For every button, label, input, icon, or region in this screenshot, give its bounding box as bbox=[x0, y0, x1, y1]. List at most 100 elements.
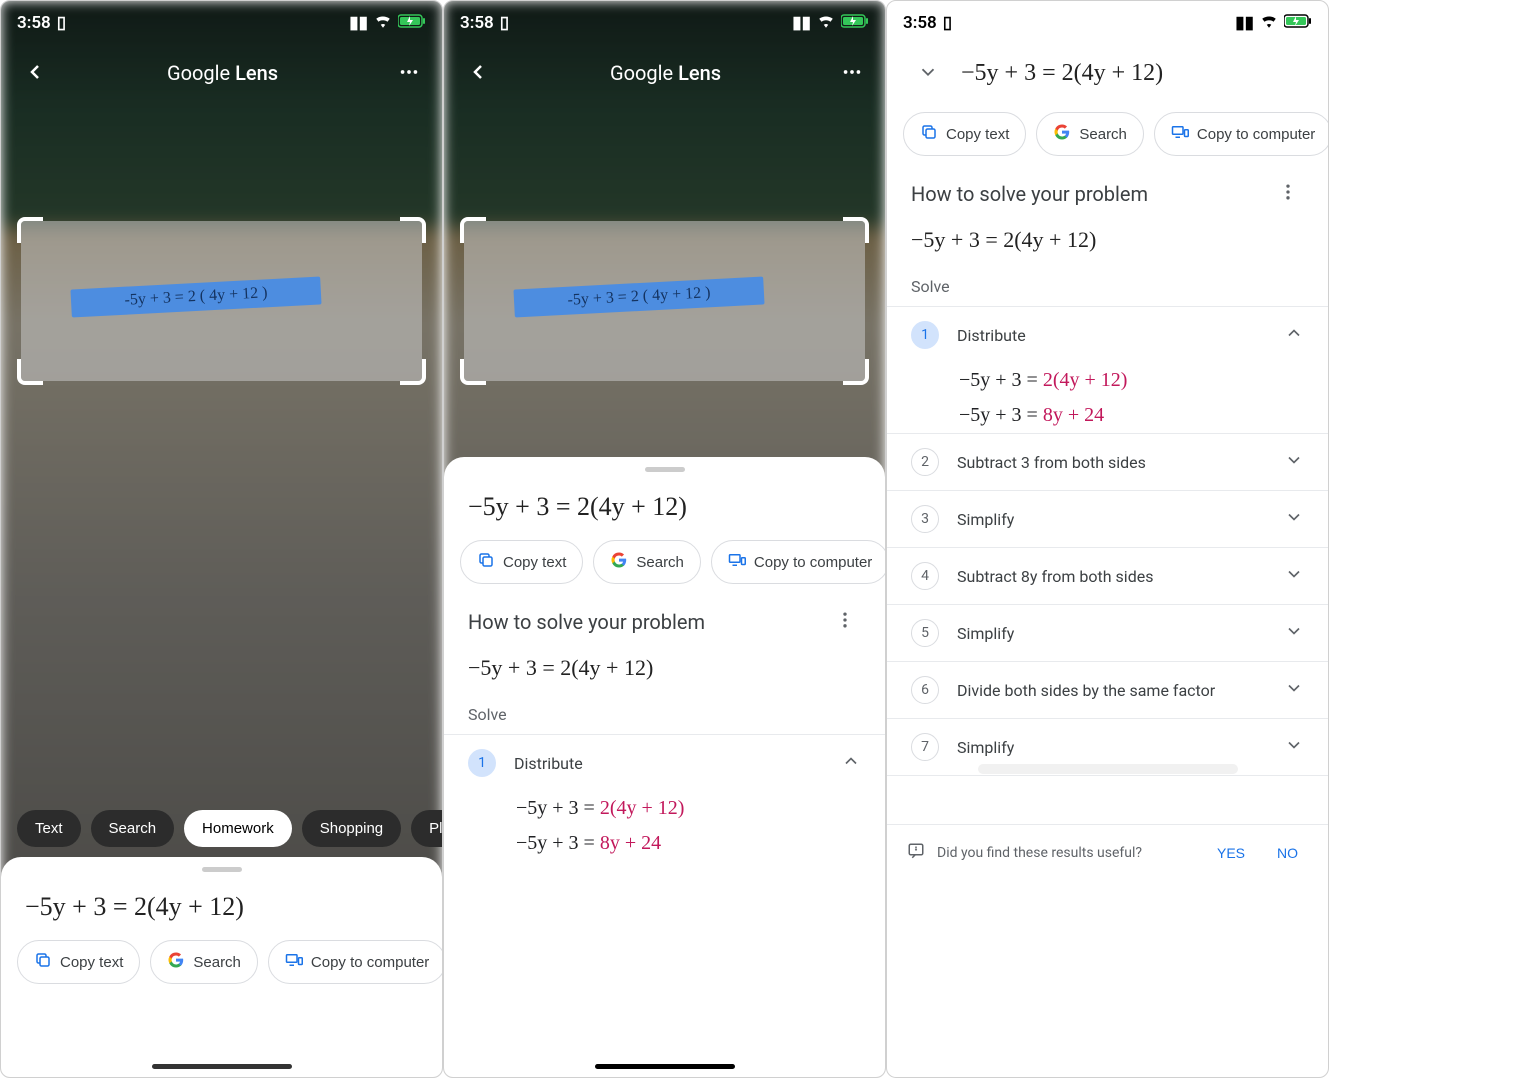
step-line: −5y + 3 = 2(4y + 12) bbox=[887, 363, 1328, 398]
category-search[interactable]: Search bbox=[91, 810, 175, 847]
wifi-icon bbox=[1260, 13, 1278, 33]
crop-corner-bl[interactable] bbox=[17, 359, 43, 385]
chevron-down-icon bbox=[1284, 507, 1304, 531]
more-button[interactable] bbox=[392, 55, 426, 92]
feedback-no-button[interactable]: NO bbox=[1267, 839, 1308, 867]
detected-equation: −5y + 3 = 2(4y + 12) bbox=[444, 484, 885, 530]
wifi-icon bbox=[374, 13, 392, 33]
copy-to-computer-button[interactable]: Copy to computer bbox=[711, 540, 885, 584]
step-line: −5y + 3 = 2(4y + 12) bbox=[444, 791, 885, 826]
step-2[interactable]: 2 Subtract 3 from both sides bbox=[887, 433, 1328, 490]
step-title: Simplify bbox=[957, 510, 1266, 529]
back-button[interactable] bbox=[17, 54, 53, 93]
step-title: Simplify bbox=[957, 738, 1266, 757]
step-badge: 4 bbox=[911, 562, 939, 590]
step-title: Subtract 3 from both sides bbox=[957, 453, 1266, 472]
solve-label: Solve bbox=[444, 687, 885, 734]
step-title: Distribute bbox=[957, 326, 1266, 345]
crop-corner-br[interactable] bbox=[843, 359, 869, 385]
detected-equation: −5y + 3 = 2(4y + 12) bbox=[961, 60, 1163, 87]
category-row: Text Search Homework Shopping Places bbox=[1, 810, 442, 847]
more-button[interactable] bbox=[835, 55, 869, 92]
category-places[interactable]: Places bbox=[411, 810, 442, 847]
category-text[interactable]: Text bbox=[17, 810, 81, 847]
copy-text-button[interactable]: Copy text bbox=[17, 940, 140, 984]
loading-placeholder bbox=[978, 764, 1238, 774]
category-shopping[interactable]: Shopping bbox=[302, 810, 401, 847]
copy-text-button[interactable]: Copy text bbox=[460, 540, 583, 584]
step-5[interactable]: 5 Simplify bbox=[887, 604, 1328, 661]
copy-icon bbox=[920, 123, 938, 145]
crop-corner-tl[interactable] bbox=[460, 217, 486, 243]
battery-icon bbox=[398, 13, 426, 33]
crop-corner-bl[interactable] bbox=[460, 359, 486, 385]
back-button[interactable] bbox=[460, 54, 496, 93]
signal-icon: ▮▮ bbox=[1235, 13, 1254, 33]
crop-frame[interactable]: -5y + 3 = 2 ( 4y + 12 ) bbox=[21, 221, 422, 381]
copy-icon bbox=[477, 551, 495, 573]
detected-equation: −5y + 3 = 2(4y + 12) bbox=[1, 884, 442, 930]
solve-label: Solve bbox=[887, 259, 1328, 306]
drag-handle[interactable] bbox=[645, 467, 685, 472]
step-title: Subtract 8y from both sides bbox=[957, 567, 1266, 586]
status-time: 3:58 bbox=[460, 13, 494, 33]
bottom-sheet[interactable]: −5y + 3 = 2(4y + 12) Copy text Search bbox=[1, 857, 442, 1077]
step-badge: 3 bbox=[911, 505, 939, 533]
copy-to-computer-button[interactable]: Copy to computer bbox=[268, 940, 442, 984]
more-vert-button[interactable] bbox=[1272, 176, 1304, 211]
devices-icon bbox=[1171, 123, 1189, 145]
step-badge: 6 bbox=[911, 676, 939, 704]
battery-icon bbox=[841, 13, 869, 33]
devices-icon bbox=[728, 551, 746, 573]
copy-to-computer-button[interactable]: Copy to computer bbox=[1154, 112, 1328, 156]
feedback-icon bbox=[907, 842, 925, 864]
step-3[interactable]: 3 Simplify bbox=[887, 490, 1328, 547]
step-1[interactable]: 1 Distribute bbox=[444, 734, 885, 791]
feedback-prompt: Did you find these results useful? bbox=[937, 845, 1142, 861]
chevron-down-icon bbox=[1284, 564, 1304, 588]
search-button[interactable]: Search bbox=[150, 940, 258, 984]
search-button[interactable]: Search bbox=[1036, 112, 1144, 156]
collapse-button[interactable] bbox=[911, 55, 945, 92]
more-vert-button[interactable] bbox=[829, 604, 861, 639]
crop-corner-tr[interactable] bbox=[843, 217, 869, 243]
handwritten-equation: -5y + 3 = 2 ( 4y + 12 ) bbox=[70, 276, 321, 317]
step-line: −5y + 3 = 8y + 24 bbox=[444, 826, 885, 861]
step-badge: 1 bbox=[911, 321, 939, 349]
step-6[interactable]: 6 Divide both sides by the same factor bbox=[887, 661, 1328, 718]
app-title: Google Lens bbox=[610, 61, 721, 85]
status-bar: 3:58 ▯ ▮▮ bbox=[444, 1, 885, 45]
signal-icon: ▮▮ bbox=[349, 13, 368, 33]
step-title: Divide both sides by the same factor bbox=[957, 681, 1266, 700]
search-button[interactable]: Search bbox=[593, 540, 701, 584]
wifi-icon bbox=[817, 13, 835, 33]
step-1[interactable]: 1 Distribute bbox=[887, 306, 1328, 363]
home-indicator[interactable] bbox=[152, 1064, 292, 1069]
devices-icon bbox=[285, 951, 303, 973]
solve-title: How to solve your problem bbox=[468, 610, 705, 634]
drag-handle[interactable] bbox=[202, 867, 242, 872]
crop-frame[interactable]: -5y + 3 = 2 ( 4y + 12 ) bbox=[464, 221, 865, 381]
step-title: Simplify bbox=[957, 624, 1266, 643]
step-title: Distribute bbox=[514, 754, 823, 773]
crop-corner-tl[interactable] bbox=[17, 217, 43, 243]
status-time: 3:58 bbox=[17, 13, 51, 33]
step-line: −5y + 3 = 8y + 24 bbox=[887, 398, 1328, 433]
crop-corner-tr[interactable] bbox=[400, 217, 426, 243]
feedback-yes-button[interactable]: YES bbox=[1207, 839, 1255, 867]
status-time: 3:58 bbox=[903, 13, 937, 33]
google-icon bbox=[1053, 123, 1071, 145]
bottom-sheet[interactable]: −5y + 3 = 2(4y + 12) Copy text Search bbox=[444, 457, 885, 1077]
google-icon bbox=[610, 551, 628, 573]
copy-text-button[interactable]: Copy text bbox=[903, 112, 1026, 156]
home-indicator[interactable] bbox=[595, 1064, 735, 1069]
step-4[interactable]: 4 Subtract 8y from both sides bbox=[887, 547, 1328, 604]
notification-icon: ▯ bbox=[500, 13, 509, 33]
step-badge: 2 bbox=[911, 448, 939, 476]
category-homework[interactable]: Homework bbox=[184, 810, 292, 847]
solve-title: How to solve your problem bbox=[911, 182, 1148, 206]
crop-corner-br[interactable] bbox=[400, 359, 426, 385]
step-badge: 1 bbox=[468, 749, 496, 777]
step-badge: 5 bbox=[911, 619, 939, 647]
app-title: Google Lens bbox=[167, 61, 278, 85]
